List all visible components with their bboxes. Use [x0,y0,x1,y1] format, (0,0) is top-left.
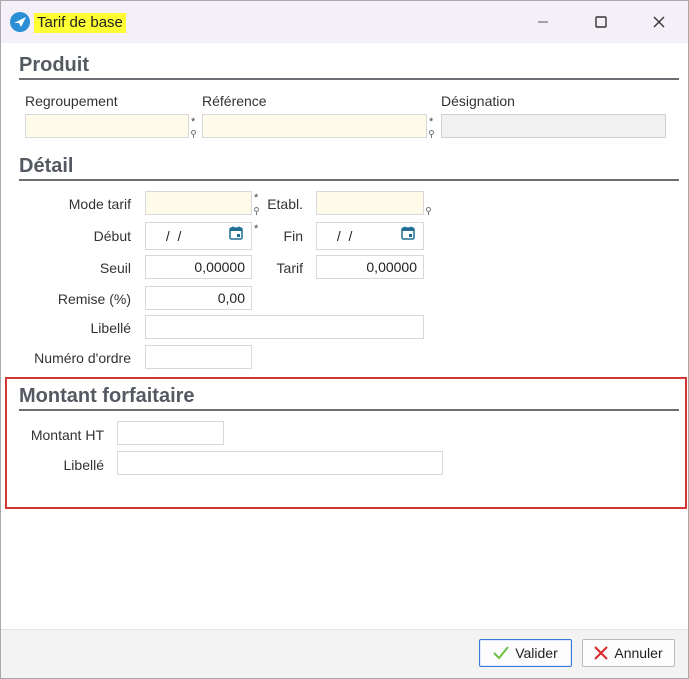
remise-input[interactable]: 0,00 [145,286,252,310]
seuil-input[interactable]: 0,00000 [145,255,252,279]
libelle-label: Libellé [90,320,131,336]
etabl-input[interactable] [316,191,424,215]
libelle-input[interactable] [145,315,424,339]
required-mark: * [254,223,259,235]
mode-tarif-label: Mode tarif [68,196,131,212]
required-mark: * [191,116,196,128]
numero-ordre-label: Numéro d'ordre [34,350,131,366]
close-icon [653,16,665,28]
debut-label: Début [93,228,131,244]
designation-label: Désignation [441,93,515,109]
remise-label: Remise (%) [57,291,131,307]
maximize-icon [595,16,607,28]
tarif-input[interactable]: 0,00000 [316,255,424,279]
montant-libelle-label: Libellé [63,457,104,473]
section-title-produit: Produit [19,54,89,76]
checkmark-icon [493,646,509,660]
seuil-label: Seuil [99,260,131,276]
montant-libelle-input[interactable] [117,451,443,475]
regroupement-label: Regroupement [25,93,118,109]
section-divider [19,78,679,80]
valider-button[interactable]: Valider [479,639,572,667]
montant-ht-label: Montant HT [30,427,104,443]
numero-ordre-input[interactable] [145,345,252,369]
lookup-pin-icon[interactable] [429,130,434,138]
regroupement-input[interactable] [25,114,189,138]
section-divider [19,409,679,411]
required-mark: * [254,192,259,204]
window-title: Tarif de base [34,13,126,33]
reference-label: Référence [202,93,267,109]
calendar-icon[interactable] [229,226,243,240]
tarif-label: Tarif [276,260,303,276]
minimize-button[interactable] [514,1,572,43]
reference-input[interactable] [202,114,427,138]
title-bar: Tarif de base [1,1,688,43]
designation-input [441,114,666,138]
app-logo-icon [10,12,30,32]
lookup-pin-icon[interactable] [191,130,196,138]
annuler-label: Annuler [614,645,663,661]
montant-ht-input[interactable] [117,421,224,445]
mode-tarif-input[interactable] [145,191,252,215]
section-title-montant-forfaitaire: Montant forfaitaire [19,385,195,407]
fin-label: Fin [283,228,303,244]
lookup-pin-icon[interactable] [254,207,259,215]
lookup-pin-icon[interactable] [426,207,431,215]
calendar-icon[interactable] [401,226,415,240]
annuler-button[interactable]: Annuler [582,639,675,667]
section-title-detail: Détail [19,155,74,177]
valider-label: Valider [515,645,558,661]
cancel-x-icon [594,646,609,660]
dialog-window: Tarif de base Produit Regroupement Référ… [0,0,689,679]
etabl-label: Etabl. [267,196,303,212]
close-button[interactable] [630,1,688,43]
required-mark: * [429,116,434,128]
minimize-icon [538,21,548,23]
maximize-button[interactable] [572,1,630,43]
section-divider [19,179,679,181]
